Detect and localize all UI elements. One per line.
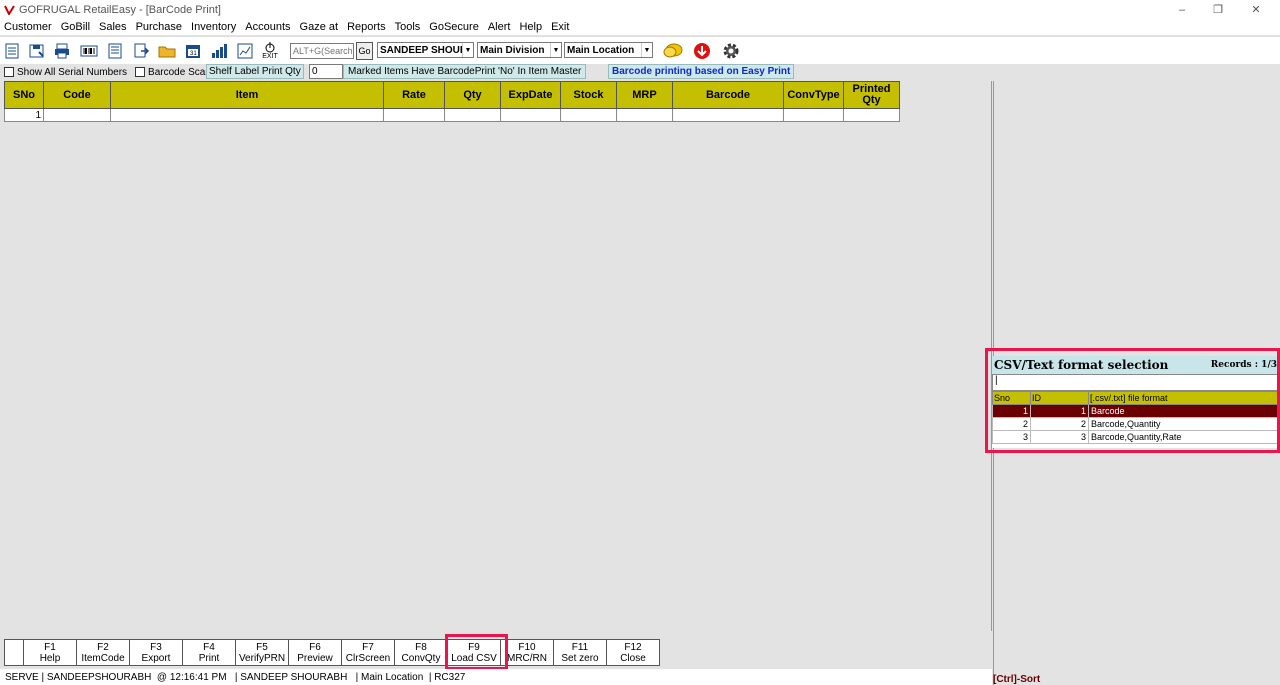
column-header-expdate[interactable]: ExpDate — [500, 81, 561, 109]
table-row[interactable]: 1 — [4, 108, 900, 122]
f5-verifyprn-button[interactable]: F5 VerifyPRN — [236, 639, 289, 666]
new-document-icon[interactable] — [2, 41, 22, 61]
menu-reports[interactable]: Reports — [343, 21, 391, 33]
restore-button[interactable]: ❐ — [1200, 0, 1236, 19]
cell-expdate[interactable] — [500, 108, 561, 122]
user-combo-value: SANDEEP SHOURA — [380, 44, 474, 56]
cell-stock[interactable] — [560, 108, 617, 122]
menu-gosecure[interactable]: GoSecure — [425, 21, 484, 33]
menu-gobill[interactable]: GoBill — [57, 21, 95, 33]
menu-bar: Customer GoBill Sales Purchase Inventory… — [0, 19, 1280, 35]
chevron-down-icon[interactable]: ▼ — [462, 43, 473, 57]
gear-icon[interactable] — [721, 41, 741, 61]
column-header-stock[interactable]: Stock — [560, 81, 617, 109]
barcode-grid: SNo Code Item Rate Qty ExpDate Stock MRP… — [4, 81, 900, 122]
f10-mrc-rn-button[interactable]: F10 MRC/RN — [501, 639, 554, 666]
f11-set-zero-button[interactable]: F11 Set zero — [554, 639, 607, 666]
ctrl-sort-hint: [Ctrl]-Sort — [993, 674, 1041, 685]
show-serial-label: Show All Serial Numbers — [17, 66, 128, 78]
division-combo-value: Main Division — [480, 44, 545, 56]
column-header-barcode[interactable]: Barcode — [672, 81, 784, 109]
menu-inventory[interactable]: Inventory — [187, 21, 241, 33]
folder-icon[interactable] — [157, 41, 177, 61]
division-combo[interactable]: Main Division ▼ — [477, 42, 562, 58]
column-header-mrp[interactable]: MRP — [616, 81, 673, 109]
f2-itemcode-button[interactable]: F2 ItemCode — [77, 639, 130, 666]
cell-qty[interactable] — [444, 108, 501, 122]
chat-bubble-icon[interactable] — [662, 41, 684, 61]
cell-mrp[interactable] — [616, 108, 673, 122]
f7-clrscreen-button[interactable]: F7 ClrScreen — [342, 639, 395, 666]
marked-items-note: Marked Items Have BarcodePrint 'No' In I… — [343, 64, 587, 79]
shelf-qty-input[interactable] — [309, 64, 343, 79]
shelf-label-print-qty-label: Shelf Label Print Qty — [206, 64, 304, 79]
close-window-button[interactable]: ✕ — [1238, 0, 1274, 19]
cell-printed-qty[interactable] — [843, 108, 900, 122]
menu-customer[interactable]: Customer — [0, 21, 57, 33]
go-button[interactable]: Go — [356, 42, 373, 60]
cell-sno[interactable]: 1 — [4, 108, 44, 122]
fkey-spacer — [4, 639, 24, 666]
menu-sales[interactable]: Sales — [95, 21, 132, 33]
menu-tools[interactable]: Tools — [391, 21, 426, 33]
menu-accounts[interactable]: Accounts — [241, 21, 295, 33]
title-bar: GOFRUGAL RetailEasy - [BarCode Print] — [0, 0, 1280, 19]
menu-help[interactable]: Help — [515, 21, 547, 33]
image-chart-icon[interactable] — [235, 41, 255, 61]
f12-close-button[interactable]: F12 Close — [607, 639, 660, 666]
cell-barcode[interactable] — [672, 108, 784, 122]
checkbox-box[interactable] — [4, 67, 14, 77]
barcode-grid-area: SNo Code Item Rate Qty ExpDate Stock MRP… — [4, 81, 992, 631]
column-header-sno[interactable]: SNo — [4, 81, 44, 109]
f9-highlight-frame — [445, 634, 508, 670]
csv-popup-highlight-frame — [985, 348, 1280, 453]
column-header-convtype[interactable]: ConvType — [783, 81, 844, 109]
toolbar: 31 EXIT Go SANDEEP SHOURA ▼ Main Divisio… — [0, 36, 1280, 64]
menu-alert[interactable]: Alert — [484, 21, 516, 33]
bar-chart-icon[interactable] — [209, 41, 229, 61]
column-header-code[interactable]: Code — [43, 81, 111, 109]
menu-exit[interactable]: Exit — [547, 21, 574, 33]
document-list-icon[interactable] — [105, 41, 125, 61]
save-icon[interactable] — [27, 41, 47, 61]
window-title: GOFRUGAL RetailEasy - [BarCode Print] — [19, 3, 221, 16]
cell-code[interactable] — [43, 108, 111, 122]
app-logo-icon — [3, 4, 15, 16]
calendar-icon[interactable]: 31 — [183, 41, 203, 61]
show-serial-checkbox[interactable]: Show All Serial Numbers — [0, 67, 127, 78]
print-icon[interactable] — [52, 41, 72, 61]
search-input[interactable] — [290, 43, 354, 59]
status-bar: SERVE | SANDEEPSHOURABH @ 12:16:41 PM | … — [0, 669, 992, 685]
chevron-down-icon[interactable]: ▼ — [641, 43, 652, 57]
function-key-bar: F1 Help F2 ItemCode F3 Export F4 Print F5 Ver… — [4, 639, 660, 666]
f4-print-button[interactable]: F4 Print — [183, 639, 236, 666]
cell-rate[interactable] — [383, 108, 445, 122]
column-header-qty[interactable]: Qty — [444, 81, 501, 109]
column-header-item[interactable]: Item — [110, 81, 384, 109]
minimize-button[interactable]: – — [1164, 0, 1200, 19]
svg-text:31: 31 — [190, 51, 197, 57]
menu-gaze-at[interactable]: Gaze at — [296, 21, 344, 33]
cell-item[interactable] — [110, 108, 384, 122]
menu-purchase[interactable]: Purchase — [132, 21, 187, 33]
f1-help-button[interactable]: F1 Help — [24, 639, 77, 666]
cell-convtype[interactable] — [783, 108, 844, 122]
export-icon[interactable] — [131, 41, 151, 61]
exit-icon[interactable]: EXIT — [260, 41, 280, 61]
column-header-printed-qty[interactable]: Printed Qty — [843, 81, 900, 109]
f3-export-button[interactable]: F3 Export — [130, 639, 183, 666]
checkbox-box[interactable] — [135, 67, 146, 77]
column-header-rate[interactable]: Rate — [383, 81, 445, 109]
location-combo-value: Main Location — [567, 44, 635, 56]
user-combo[interactable]: SANDEEP SHOURA ▼ — [377, 42, 474, 58]
f6-preview-button[interactable]: F6 Preview — [289, 639, 342, 666]
barcode-icon[interactable] — [79, 41, 99, 61]
easy-print-note: Barcode printing based on Easy Print — [608, 64, 795, 79]
f8-convqty-button[interactable]: F8 ConvQty — [395, 639, 448, 666]
exit-label: EXIT — [262, 53, 278, 60]
download-icon[interactable] — [692, 41, 712, 61]
chevron-down-icon[interactable]: ▼ — [550, 43, 561, 57]
location-combo[interactable]: Main Location ▼ — [564, 42, 653, 58]
